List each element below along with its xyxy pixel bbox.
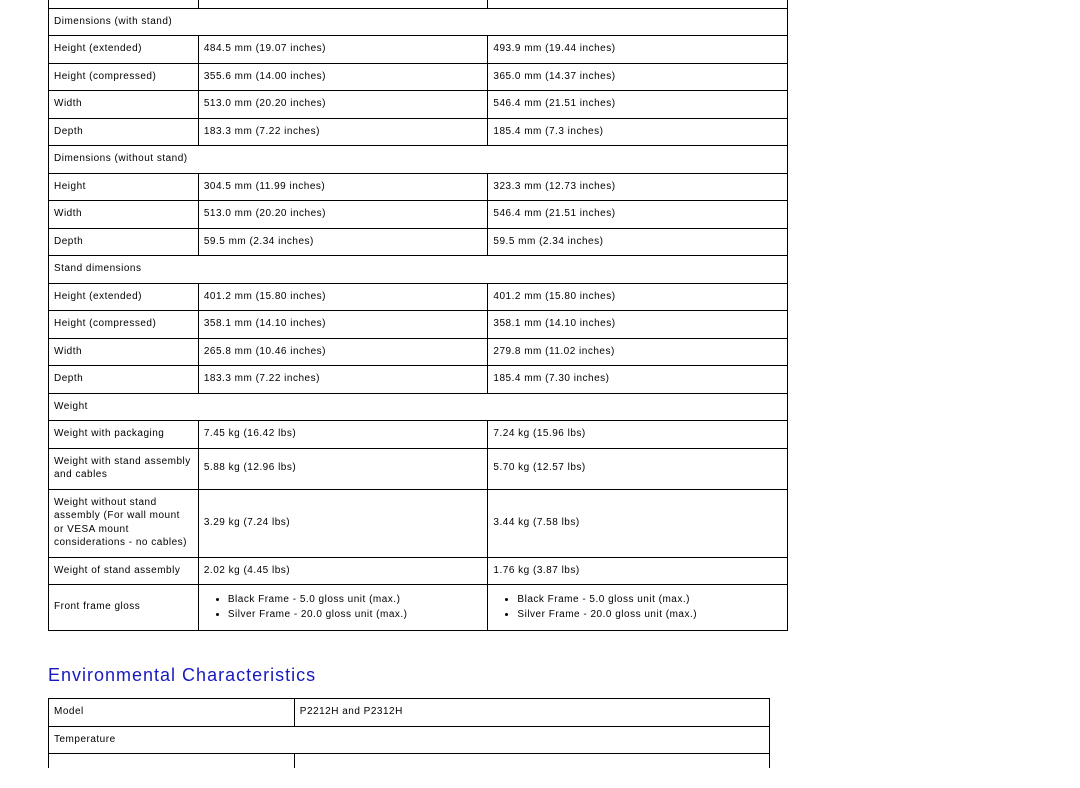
table-row: Height (compressed)358.1 mm (14.10 inche… — [49, 311, 788, 339]
spec-value: 3.44 kg (7.58 lbs) — [488, 489, 788, 557]
table-row: Width265.8 mm (10.46 inches)279.8 mm (11… — [49, 338, 788, 366]
spec-value: 3.29 kg (7.24 lbs) — [198, 489, 488, 557]
spec-value: 1.76 kg (3.87 lbs) — [488, 557, 788, 585]
spec-label: Height (extended) — [49, 36, 199, 64]
spec-label: Model — [49, 699, 295, 727]
spec-label: Width — [49, 338, 199, 366]
spec-label — [49, 754, 295, 768]
section-dim-with-stand: Dimensions (with stand) — [49, 8, 788, 36]
table-row: Width513.0 mm (20.20 inches)546.4 mm (21… — [49, 201, 788, 229]
spec-value: 59.5 mm (2.34 inches) — [198, 228, 488, 256]
spec-value: Black Frame - 5.0 gloss unit (max.) Silv… — [488, 585, 788, 631]
section-heading-environmental: Environmental Characteristics — [48, 665, 1032, 686]
spec-value: Black Frame - 5.0 gloss unit (max.) Silv… — [198, 585, 488, 631]
table-row: Depth183.3 mm (7.22 inches)185.4 mm (7.3… — [49, 118, 788, 146]
spec-value: 358.1 mm (14.10 inches) — [488, 311, 788, 339]
table-row: Depth59.5 mm (2.34 inches)59.5 mm (2.34 … — [49, 228, 788, 256]
spec-value: 323.3 mm (12.73 inches) — [488, 173, 788, 201]
spec-label: Front frame gloss — [49, 585, 199, 631]
spec-label: Weight with stand assembly and cables — [49, 448, 199, 489]
spec-value: 183.3 mm (7.22 inches) — [198, 366, 488, 394]
table-row: Height (compressed)355.6 mm (14.00 inche… — [49, 63, 788, 91]
spec-label: Width — [49, 91, 199, 119]
spec-value: 365.0 mm (14.37 inches) — [488, 63, 788, 91]
list-item: Black Frame - 5.0 gloss unit (max.) — [228, 593, 483, 607]
spec-value: 59.5 mm (2.34 inches) — [488, 228, 788, 256]
spec-value: 2.02 kg (4.45 lbs) — [198, 557, 488, 585]
spec-value: 401.2 mm (15.80 inches) — [198, 283, 488, 311]
spec-label: Height (extended) — [49, 283, 199, 311]
spec-value: 185.4 mm (7.3 inches) — [488, 118, 788, 146]
table-row: Width513.0 mm (20.20 inches)546.4 mm (21… — [49, 91, 788, 119]
spec-label: Height (compressed) — [49, 63, 199, 91]
table-row — [49, 754, 770, 768]
table-row: Front frame gloss Black Frame - 5.0 glos… — [49, 585, 788, 631]
spec-value: 5.88 kg (12.96 lbs) — [198, 448, 488, 489]
spec-value: 185.4 mm (7.30 inches) — [488, 366, 788, 394]
spec-value — [294, 754, 769, 768]
spec-value: 279.8 mm (11.02 inches) — [488, 338, 788, 366]
spec-value: 7.24 kg (15.96 lbs) — [488, 421, 788, 449]
table-row: Weight with stand assembly and cables5.8… — [49, 448, 788, 489]
table-row: Depth183.3 mm (7.22 inches)185.4 mm (7.3… — [49, 366, 788, 394]
table-row: Height304.5 mm (11.99 inches)323.3 mm (1… — [49, 173, 788, 201]
specs-table: Dimensions (with stand) Height (extended… — [48, 0, 788, 631]
table-row: Weight with packaging7.45 kg (16.42 lbs)… — [49, 421, 788, 449]
spec-value: 358.1 mm (14.10 inches) — [198, 311, 488, 339]
table-row: Weight without stand assembly (For wall … — [49, 489, 788, 557]
table-row: Height (extended)484.5 mm (19.07 inches)… — [49, 36, 788, 64]
spec-value: 513.0 mm (20.20 inches) — [198, 91, 488, 119]
section-stand-dim: Stand dimensions — [49, 256, 788, 284]
spec-value: P2212H and P2312H — [294, 699, 769, 727]
table-row: Height (extended)401.2 mm (15.80 inches)… — [49, 283, 788, 311]
spec-label: Depth — [49, 366, 199, 394]
spec-value: 7.45 kg (16.42 lbs) — [198, 421, 488, 449]
list-item: Silver Frame - 20.0 gloss unit (max.) — [517, 608, 782, 622]
spec-value: 183.3 mm (7.22 inches) — [198, 118, 488, 146]
spec-label: Weight without stand assembly (For wall … — [49, 489, 199, 557]
section-dim-without-stand: Dimensions (without stand) — [49, 146, 788, 174]
section-weight: Weight — [49, 393, 788, 421]
spec-label: Depth — [49, 118, 199, 146]
table-row: ModelP2212H and P2312H — [49, 699, 770, 727]
spec-label: Weight with packaging — [49, 421, 199, 449]
spec-value: 546.4 mm (21.51 inches) — [488, 91, 788, 119]
list-item: Black Frame - 5.0 gloss unit (max.) — [517, 593, 782, 607]
spec-value: 304.5 mm (11.99 inches) — [198, 173, 488, 201]
spec-label: Width — [49, 201, 199, 229]
section-temperature: Temperature — [49, 726, 770, 754]
spec-value: 265.8 mm (10.46 inches) — [198, 338, 488, 366]
spec-label: Height — [49, 173, 199, 201]
spec-value: 401.2 mm (15.80 inches) — [488, 283, 788, 311]
spec-value: 546.4 mm (21.51 inches) — [488, 201, 788, 229]
spec-value: 484.5 mm (19.07 inches) — [198, 36, 488, 64]
spec-value: 513.0 mm (20.20 inches) — [198, 201, 488, 229]
spec-value: 355.6 mm (14.00 inches) — [198, 63, 488, 91]
list-item: Silver Frame - 20.0 gloss unit (max.) — [228, 608, 483, 622]
spec-label: Weight of stand assembly — [49, 557, 199, 585]
spec-label: Height (compressed) — [49, 311, 199, 339]
env-table: ModelP2212H and P2312H Temperature — [48, 698, 770, 768]
spec-value: 5.70 kg (12.57 lbs) — [488, 448, 788, 489]
table-row: Weight of stand assembly2.02 kg (4.45 lb… — [49, 557, 788, 585]
spec-value: 493.9 mm (19.44 inches) — [488, 36, 788, 64]
spec-label: Depth — [49, 228, 199, 256]
